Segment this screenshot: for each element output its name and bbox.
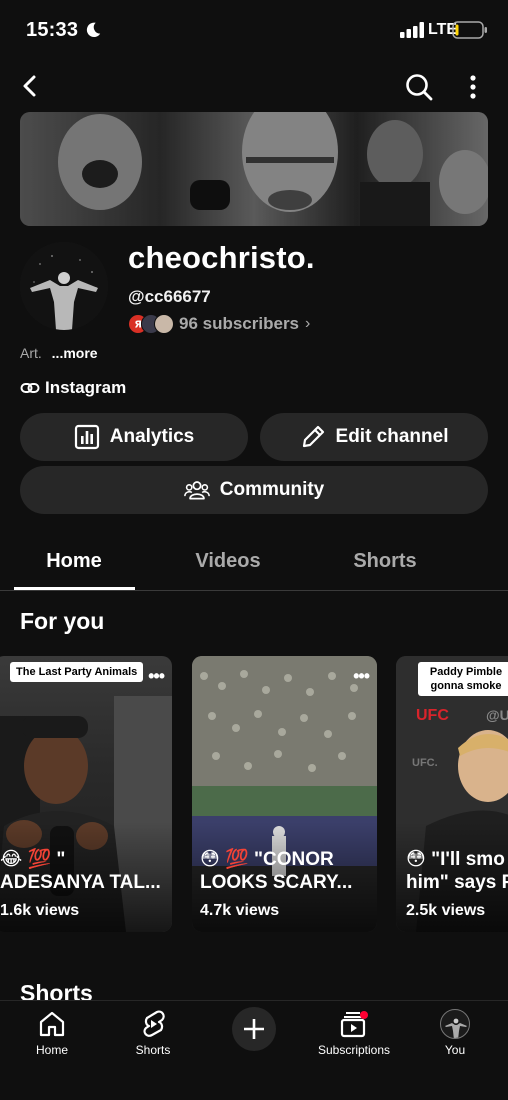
channel-avatar[interactable] xyxy=(20,242,108,330)
svg-text:UFC.: UFC. xyxy=(412,757,438,769)
chevron-right-icon: › xyxy=(305,315,311,332)
for-you-heading: For you xyxy=(20,608,105,634)
card-overlay-caption: The Last Party Animals xyxy=(10,662,144,682)
more-link[interactable]: ...more xyxy=(52,345,98,361)
more-horizontal-icon[interactable]: ••• xyxy=(148,666,165,687)
channel-description[interactable]: Art. ...more xyxy=(20,345,98,361)
analytics-button[interactable]: Analytics xyxy=(20,413,248,461)
subscriber-avatar xyxy=(154,314,174,334)
subscriptions-icon xyxy=(340,1011,368,1038)
analytics-icon xyxy=(74,424,99,450)
nav-create[interactable] xyxy=(209,1007,299,1051)
community-button[interactable]: Community xyxy=(20,466,488,514)
description-text: Art. xyxy=(20,345,42,361)
avatar-image xyxy=(20,242,108,330)
channel-tabs: Home Videos Shorts xyxy=(0,536,508,591)
more-vertical-icon[interactable] xyxy=(462,72,484,102)
nav-home[interactable]: Home xyxy=(7,1009,97,1057)
nav-subscriptions-label: Subscriptions xyxy=(317,1043,391,1057)
tab-videos[interactable]: Videos xyxy=(168,550,288,573)
plus-icon xyxy=(244,1019,264,1039)
edit-channel-button[interactable]: Edit channel xyxy=(260,413,488,461)
subscribers-row[interactable]: Я 96 subscribers › xyxy=(128,313,310,335)
battery-icon xyxy=(452,21,487,39)
short-title: 😳 💯 "CONOR LOOKS SCARY... xyxy=(200,849,353,893)
analytics-label: Analytics xyxy=(109,426,195,447)
short-title: 😂 💯 " ADESANYA TAL... xyxy=(0,849,161,893)
svg-text:UFC: UFC xyxy=(416,707,449,724)
status-time: 15:33 xyxy=(26,19,79,41)
home-icon xyxy=(39,1011,65,1037)
channel-banner xyxy=(20,112,488,226)
search-icon[interactable] xyxy=(404,72,434,102)
pencil-icon xyxy=(302,425,324,448)
short-card[interactable]: ••• 😳 💯 "CONOR LOOKS SCARY... 4.7k views xyxy=(192,656,377,932)
instagram-link-label: Instagram xyxy=(45,378,127,397)
you-avatar xyxy=(440,1009,470,1039)
cellular-signal-icon xyxy=(400,22,424,38)
moon-icon xyxy=(86,22,101,38)
channel-name: cheochristo. xyxy=(128,240,315,275)
short-card[interactable]: The Last Party Animals ••• 😂 💯 " ADESANY… xyxy=(0,656,172,932)
banner-image xyxy=(20,112,488,226)
top-app-bar xyxy=(0,62,508,112)
subscriber-count: 96 subscribers xyxy=(179,314,300,333)
short-title: 😳 "I'll smo him" says P xyxy=(406,849,508,893)
short-views: 4.7k views xyxy=(200,902,280,919)
create-button[interactable] xyxy=(232,1007,276,1051)
people-icon xyxy=(183,481,210,500)
nav-you[interactable]: You xyxy=(410,1009,500,1057)
channel-handle: @cc66677 xyxy=(128,287,211,306)
nav-shorts[interactable]: Shorts xyxy=(108,1009,198,1057)
card-overlay-caption: Paddy Pimble gonna smoke xyxy=(418,662,508,696)
short-views: 1.6k views xyxy=(0,902,80,919)
tab-shorts[interactable]: Shorts xyxy=(325,550,445,573)
link-icon xyxy=(20,383,40,393)
shorts-icon xyxy=(143,1010,165,1037)
instagram-link[interactable]: Instagram xyxy=(20,378,126,398)
svg-text:@U: @U xyxy=(486,707,508,723)
nav-home-label: Home xyxy=(35,1043,68,1057)
nav-you-label: You xyxy=(444,1043,466,1057)
edit-channel-label: Edit channel xyxy=(335,426,449,447)
status-bar: 15:33 LTE xyxy=(0,0,508,62)
nav-shorts-label: Shorts xyxy=(135,1043,171,1057)
short-views: 2.5k views xyxy=(406,902,486,919)
community-label: Community xyxy=(219,479,325,500)
nav-subscriptions[interactable]: Subscriptions xyxy=(309,1009,399,1057)
active-tab-indicator xyxy=(14,587,135,590)
notification-dot xyxy=(360,1011,368,1019)
tab-home[interactable]: Home xyxy=(14,550,134,573)
for-you-shelf: The Last Party Animals ••• 😂 💯 " ADESANY… xyxy=(0,656,508,934)
bottom-navigation: Home Shorts Subscriptions You xyxy=(0,1000,508,1100)
subscriber-avatars: Я xyxy=(128,314,174,334)
short-card[interactable]: UFC @U UFC. Paddy Pimble gonna smoke 😳 "… xyxy=(396,656,508,932)
more-horizontal-icon[interactable]: ••• xyxy=(353,666,370,687)
back-arrow-icon[interactable] xyxy=(16,72,44,100)
